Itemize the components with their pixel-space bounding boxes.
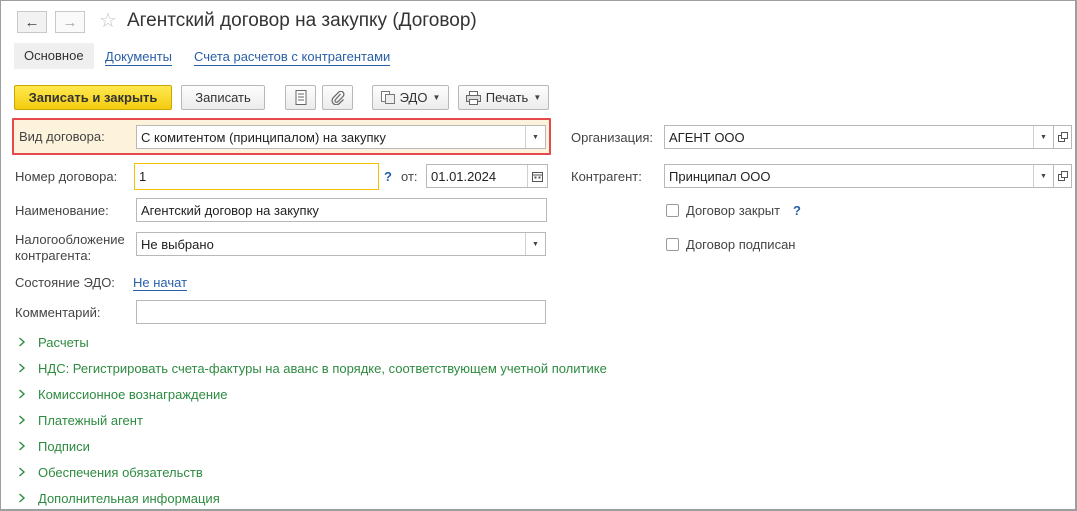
date-from-label: от:	[401, 169, 418, 184]
group-signatures[interactable]: Подписи	[18, 438, 607, 454]
comment-label: Комментарий:	[15, 305, 101, 320]
chevron-down-icon[interactable]: ▼	[1033, 126, 1053, 148]
save-button[interactable]: Записать	[181, 85, 265, 110]
name-input[interactable]: Агентский договор на закупку	[136, 198, 547, 222]
group-label: Комиссионное вознаграждение	[38, 386, 228, 402]
chevron-down-icon[interactable]: ▼	[525, 233, 545, 255]
edo-doc-icon	[380, 91, 395, 104]
tab-accounts[interactable]: Счета расчетов с контрагентами	[194, 49, 391, 66]
chevron-right-icon	[18, 389, 34, 399]
organization-label: Организация:	[571, 130, 654, 145]
contract-type-label: Вид договора:	[19, 129, 105, 144]
group-vat[interactable]: НДС: Регистрировать счета-фактуры на ава…	[18, 360, 607, 376]
edo-label: ЭДО	[399, 90, 428, 105]
tax-label: Налогообложение контрагента:	[15, 232, 125, 263]
groups-list: Расчеты НДС: Регистрировать счета-фактур…	[18, 334, 607, 506]
organization-select[interactable]: АГЕНТ ООО ▼	[664, 125, 1054, 149]
group-additional-info[interactable]: Дополнительная информация	[18, 490, 607, 506]
open-window-icon	[1057, 171, 1068, 181]
help-question-icon[interactable]: ?	[384, 169, 392, 184]
chevron-right-icon	[18, 467, 34, 477]
save-and-close-button[interactable]: Записать и закрыть	[14, 85, 172, 110]
help-question-icon[interactable]: ?	[793, 203, 801, 218]
contract-type-value: С комитентом (принципалом) на закупку	[141, 129, 386, 145]
group-obligations[interactable]: Обеспечения обязательств	[18, 464, 607, 480]
contract-type-select[interactable]: С комитентом (принципалом) на закупку ▼	[136, 125, 546, 149]
print-menu-button[interactable]: Печать ▼	[458, 85, 549, 110]
group-label: Расчеты	[38, 334, 89, 350]
chevron-right-icon	[18, 363, 34, 373]
edo-state-link[interactable]: Не начат	[133, 275, 188, 291]
chevron-down-icon: ▼	[432, 93, 441, 102]
counterparty-label: Контрагент:	[571, 169, 642, 184]
contract-signed-checkbox[interactable]	[666, 238, 679, 251]
group-payments[interactable]: Расчеты	[18, 334, 607, 350]
chevron-down-icon[interactable]: ▼	[1033, 165, 1053, 187]
print-label: Печать	[485, 90, 529, 105]
contract-number-input[interactable]: 1	[134, 163, 379, 190]
edo-menu-button[interactable]: ЭДО ▼	[372, 85, 449, 110]
group-label: НДС: Регистрировать счета-фактуры на ава…	[38, 360, 607, 376]
tax-value: Не выбрано	[141, 236, 214, 252]
organization-value: АГЕНТ ООО	[669, 129, 745, 145]
contract-number-label: Номер договора:	[15, 169, 118, 184]
favorite-star-icon[interactable]: ☆	[99, 11, 117, 31]
counterparty-value: Принципал ООО	[669, 168, 771, 184]
contract-date-input[interactable]: 01.01.2024	[426, 164, 548, 188]
tab-documents[interactable]: Документы	[105, 49, 173, 66]
arrow-left-icon: ←	[24, 13, 40, 31]
forward-button[interactable]: →	[55, 11, 85, 33]
chevron-right-icon	[18, 493, 34, 503]
contract-closed-checkbox[interactable]	[666, 204, 679, 217]
edo-state-label: Состояние ЭДО:	[15, 275, 115, 290]
report-button[interactable]	[285, 85, 316, 110]
tab-main[interactable]: Основное	[14, 43, 94, 69]
comment-input[interactable]	[136, 300, 546, 324]
name-label: Наименование:	[15, 203, 109, 218]
printer-icon	[465, 90, 481, 105]
group-label: Подписи	[38, 438, 90, 454]
back-button[interactable]: ←	[17, 11, 47, 33]
organization-open-button[interactable]	[1054, 125, 1072, 149]
attach-button[interactable]	[322, 85, 353, 110]
group-label: Обеспечения обязательств	[38, 464, 203, 480]
open-window-icon	[1057, 132, 1068, 142]
paperclip-icon	[330, 90, 344, 105]
calendar-icon[interactable]	[527, 165, 547, 187]
contract-closed-label: Договор закрыт	[686, 203, 781, 218]
chevron-right-icon	[18, 337, 34, 347]
group-commission[interactable]: Комиссионное вознаграждение	[18, 386, 607, 402]
chevron-right-icon	[18, 441, 34, 451]
list-icon	[295, 90, 306, 105]
group-label: Дополнительная информация	[38, 490, 220, 506]
chevron-right-icon	[18, 415, 34, 425]
chevron-down-icon: ▼	[533, 93, 542, 102]
counterparty-open-button[interactable]	[1054, 164, 1072, 188]
contract-date-value: 01.01.2024	[431, 168, 497, 184]
counterparty-select[interactable]: Принципал ООО ▼	[664, 164, 1054, 188]
page-title: Агентский договор на закупку (Договор)	[127, 10, 477, 31]
chevron-down-icon[interactable]: ▼	[525, 126, 545, 148]
tax-select[interactable]: Не выбрано ▼	[136, 232, 546, 256]
contract-signed-label: Договор подписан	[686, 237, 796, 252]
group-payment-agent[interactable]: Платежный агент	[18, 412, 607, 428]
arrow-right-icon: →	[62, 13, 78, 31]
group-label: Платежный агент	[38, 412, 143, 428]
